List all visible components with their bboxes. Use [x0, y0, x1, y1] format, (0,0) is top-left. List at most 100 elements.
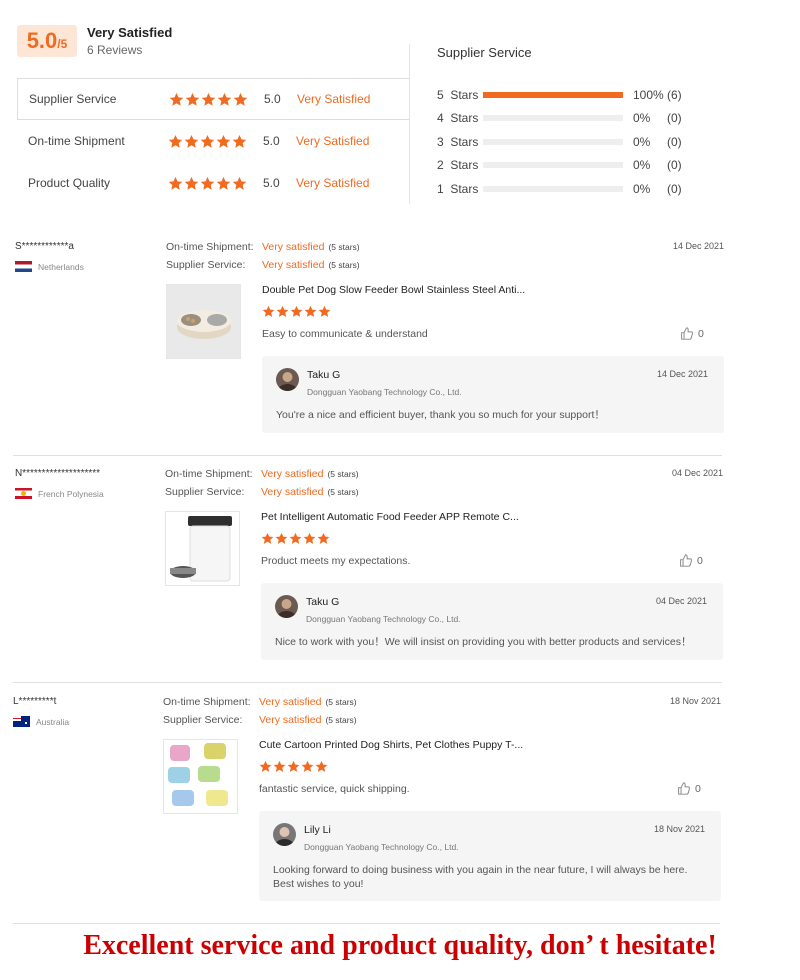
reply-company: Dongguan Yaobang Technology Co., Ltd.: [304, 842, 459, 852]
star-icon: [216, 134, 231, 148]
like-count: 0: [697, 554, 703, 567]
star-icon: [289, 532, 302, 544]
star-icon: [200, 176, 215, 190]
distribution-bar: [483, 115, 623, 122]
overall-rating-label: Very Satisfied: [87, 25, 173, 40]
distribution-percent: 0%: [633, 111, 651, 126]
distribution-percent: 100%: [633, 87, 664, 102]
star-icon: [216, 176, 231, 190]
review-meta: On-time Shipment: Very satisfied (5 stars)…: [165, 465, 359, 501]
reviewer-name: L*********t: [13, 696, 57, 707]
star-icon: [201, 92, 216, 106]
review-meta: On-time Shipment: Very satisfied (5 stars)…: [163, 693, 357, 729]
reviewer-name: N********************: [15, 468, 101, 479]
distribution-row: 5 Stars 100% (6): [437, 83, 707, 107]
star-icon: [232, 176, 247, 190]
distribution-label: 3 Stars: [437, 134, 479, 149]
pet-bowl-image[interactable]: [166, 284, 241, 359]
star-icon: [315, 760, 328, 772]
distribution-row: 4 Stars 0% (0): [437, 107, 707, 131]
category-satisfaction: Very Satisfied: [296, 176, 370, 190]
category-row-product-quality[interactable]: Product Quality 5.0 Very Satisfied: [17, 162, 410, 204]
review-count: 6 Reviews: [87, 43, 143, 57]
star-icon: [301, 760, 314, 772]
review-comment: fantastic service, quick shipping.: [259, 783, 410, 795]
distribution-percent: 0%: [633, 181, 651, 196]
overall-score-max: /5: [57, 37, 68, 51]
country-name: Australia: [36, 716, 70, 727]
service-label: Supplier Service:: [163, 714, 243, 726]
distribution-title: Supplier Service: [437, 45, 532, 60]
distribution-label: 1 Stars: [437, 181, 479, 196]
star-rating: [169, 92, 264, 107]
star-icon: [200, 134, 215, 148]
star-icon: [217, 92, 232, 106]
australia-flag-icon: [13, 716, 30, 727]
product-title[interactable]: Double Pet Dog Slow Feeder Bowl Stainles…: [262, 284, 525, 296]
review-divider: [13, 455, 722, 456]
shipment-label: On-time Shipment:: [163, 696, 251, 708]
category-name: On-time Shipment: [28, 134, 125, 148]
distribution-bar: [483, 185, 623, 192]
star-icon: [303, 532, 316, 544]
star-icon: [184, 176, 199, 190]
product-star-rating: [262, 305, 331, 318]
star-icon: [185, 92, 200, 106]
service-label: Supplier Service:: [165, 486, 245, 498]
thumbs-up-icon: [681, 327, 693, 340]
overall-score-badge: 5.0 /5: [17, 25, 77, 57]
review-date: 14 Dec 2021: [673, 241, 725, 251]
review-date: 18 Nov 2021: [670, 696, 722, 706]
category-ratings: Supplier Service 5.0 Very Satisfied On-t…: [17, 78, 410, 204]
reviewer-country: Netherlands: [15, 261, 84, 272]
service-rating: Very satisfied: [261, 486, 324, 498]
service-label: Supplier Service:: [166, 259, 246, 271]
distribution-count: (6): [667, 87, 682, 102]
product-title[interactable]: Pet Intelligent Automatic Food Feeder AP…: [261, 511, 519, 523]
like-count: 0: [698, 327, 704, 340]
summary-divider: [409, 44, 410, 204]
star-icon: [262, 305, 275, 317]
reply-company: Dongguan Yaobang Technology Co., Ltd.: [307, 387, 462, 397]
star-icon: [276, 305, 289, 317]
star-icon: [318, 305, 331, 317]
like-button[interactable]: 0: [677, 782, 701, 795]
like-button[interactable]: 0: [680, 327, 704, 340]
star-icon: [304, 305, 317, 317]
distribution-label: 5 Stars: [437, 87, 479, 102]
star-icon: [287, 760, 300, 772]
avatar: [273, 823, 296, 846]
shipment-rating: Very satisfied: [262, 241, 325, 253]
product-title[interactable]: Cute Cartoon Printed Dog Shirts, Pet Clo…: [259, 739, 523, 751]
shipment-stars: (5 stars): [327, 469, 359, 479]
shipment-label: On-time Shipment:: [165, 468, 253, 480]
distribution-bar: [483, 162, 623, 169]
country-name: Netherlands: [38, 261, 84, 272]
reply-author: Lily Li: [304, 824, 331, 836]
star-icon: [259, 760, 272, 772]
reply-date: 04 Dec 2021: [655, 596, 707, 606]
reply-text: Looking forward to doing business with y…: [273, 864, 688, 890]
category-score: 5.0: [263, 176, 280, 190]
shipment-label: On-time Shipment:: [166, 241, 254, 253]
category-row-on-time-shipment[interactable]: On-time Shipment 5.0 Very Satisfied: [17, 120, 410, 162]
category-name: Supplier Service: [29, 92, 117, 106]
category-row-supplier-service[interactable]: Supplier Service 5.0 Very Satisfied: [17, 78, 410, 120]
distribution-row: 3 Stars 0% (0): [437, 130, 707, 154]
reply-author: Taku G: [306, 596, 340, 608]
service-rating: Very satisfied: [259, 714, 322, 726]
thumbs-up-icon: [680, 554, 692, 567]
avatar: [275, 595, 298, 618]
overall-score: 5.0: [26, 28, 58, 53]
star-icon: [168, 134, 183, 148]
like-button[interactable]: 0: [679, 554, 703, 567]
service-stars: (5 stars): [328, 260, 360, 270]
dog-shirts-image[interactable]: [163, 739, 238, 814]
distribution-row: 2 Stars 0% (0): [437, 154, 707, 178]
pet-feeder-image[interactable]: [165, 511, 240, 586]
star-icon: [290, 305, 303, 317]
distribution-percent: 0%: [633, 134, 651, 149]
reviewer-country: Australia: [13, 716, 69, 727]
star-icon: [232, 134, 247, 148]
country-name: French Polynesia: [38, 488, 104, 499]
